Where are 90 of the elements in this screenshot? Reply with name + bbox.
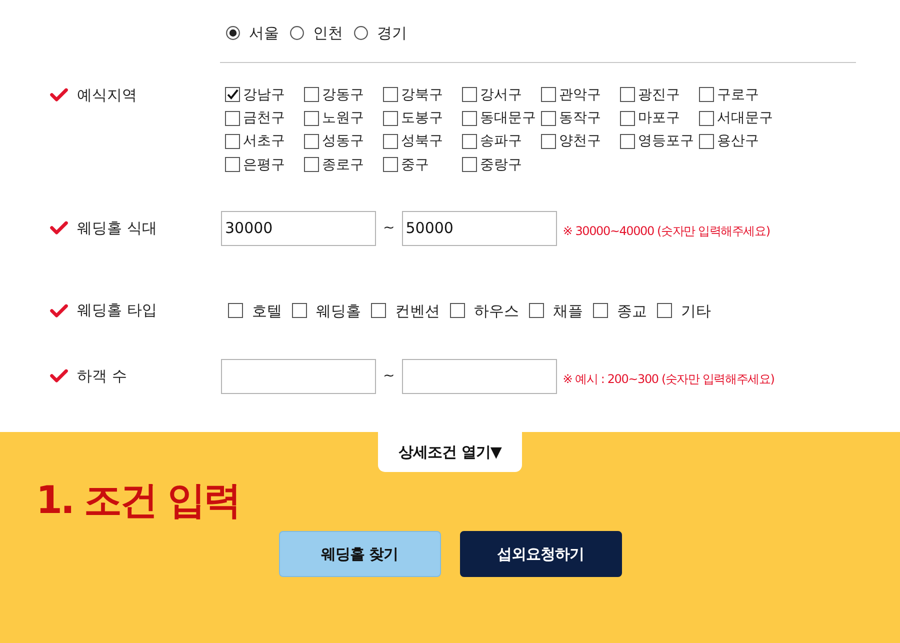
checkbox[interactable] — [383, 110, 398, 126]
field-label: 웨딩홀 타입 — [77, 301, 157, 320]
radio-button[interactable] — [290, 26, 304, 40]
checkbox-label[interactable]: 동작구 — [559, 109, 601, 128]
checkbox-label[interactable]: 컨벤션 — [395, 300, 440, 321]
checkbox[interactable] — [699, 87, 714, 102]
checkbox-label[interactable]: 관악구 — [559, 86, 601, 104]
checkbox-label[interactable]: 동대문구 — [480, 109, 536, 128]
checkbox[interactable] — [225, 157, 240, 172]
checkbox-label[interactable]: 용산구 — [717, 132, 759, 150]
checkbox-label[interactable]: 노원구 — [322, 109, 364, 128]
checkbox-label[interactable]: 도봉구 — [401, 109, 443, 128]
checkbox-label[interactable]: 마포구 — [638, 109, 680, 128]
checkmark-icon — [50, 88, 68, 102]
checkbox-label[interactable]: 광진구 — [638, 86, 680, 104]
action-button[interactable]: 섭외요청하기 — [460, 531, 622, 577]
checkbox-label[interactable]: 채플 — [553, 300, 583, 321]
checkbox-label[interactable]: 종로구 — [322, 156, 364, 174]
checkbox[interactable] — [657, 303, 672, 318]
checkbox-label[interactable]: 웨딩홀 — [316, 300, 361, 321]
checkbox-label[interactable]: 강서구 — [480, 86, 522, 104]
checkbox[interactable] — [699, 110, 714, 126]
checkbox-label[interactable]: 영등포구 — [638, 132, 694, 150]
checkbox-label[interactable]: 금천구 — [243, 109, 285, 128]
checkbox[interactable] — [383, 157, 398, 172]
checkbox[interactable] — [462, 110, 477, 126]
checkbox[interactable] — [292, 303, 307, 318]
input-field[interactable] — [402, 358, 557, 394]
checkbox[interactable] — [450, 303, 465, 318]
checkbox-label[interactable]: 강남구 — [243, 86, 285, 104]
section-title: 1. 조건 입력 — [36, 477, 240, 523]
checkbox[interactable] — [529, 303, 544, 318]
input-field[interactable] — [221, 358, 376, 394]
checkbox[interactable] — [225, 110, 240, 126]
range-separator: ~ — [383, 220, 395, 236]
checkbox[interactable] — [462, 87, 477, 102]
radio-label[interactable]: 경기 — [377, 24, 407, 42]
checkbox[interactable] — [228, 303, 243, 318]
checkbox-label[interactable]: 구로구 — [717, 86, 759, 104]
field-label: 하객 수 — [77, 366, 127, 386]
action-button[interactable]: 웨딩홀 찾기 — [278, 531, 440, 577]
field-label: 예식지역 — [77, 86, 137, 104]
checkbox[interactable] — [593, 303, 608, 318]
checkbox[interactable] — [620, 134, 635, 149]
checkbox-label[interactable]: 하우스 — [474, 300, 519, 321]
checkbox[interactable] — [304, 87, 319, 102]
input-field[interactable]: 30000 — [221, 210, 376, 246]
input-field[interactable]: 50000 — [402, 210, 557, 246]
checkbox-label[interactable]: 중랑구 — [480, 156, 522, 174]
checkbox[interactable] — [699, 134, 714, 149]
checkbox-label[interactable]: 호텔 — [252, 300, 282, 321]
checkbox-label[interactable]: 송파구 — [480, 132, 522, 150]
checkbox[interactable] — [304, 110, 319, 126]
checkmark-icon — [50, 369, 68, 384]
checkbox-label[interactable]: 성동구 — [322, 132, 364, 150]
checkbox[interactable] — [371, 303, 386, 318]
field-label: 웨딩홀 식대 — [77, 218, 157, 238]
checkbox[interactable] — [541, 134, 556, 149]
radio-button[interactable] — [354, 26, 368, 40]
radio-label[interactable]: 서울 — [249, 24, 279, 42]
checkbox[interactable] — [620, 87, 635, 102]
checkbox[interactable] — [225, 87, 240, 102]
checkbox[interactable] — [304, 157, 319, 172]
detail-toggle-tab[interactable]: 상세조건 열기▼ — [378, 432, 522, 472]
checkbox-label[interactable]: 양천구 — [559, 132, 601, 150]
radio-label[interactable]: 인천 — [313, 24, 343, 42]
checkbox[interactable] — [620, 110, 635, 126]
checkbox-label[interactable]: 성북구 — [401, 132, 443, 150]
checkbox[interactable] — [383, 87, 398, 102]
checkbox[interactable] — [462, 157, 477, 172]
checkmark-icon — [50, 221, 68, 236]
hint-text: ※ 예시 : 200~300 (숫자만 입력해주세요) — [562, 370, 774, 388]
checkbox[interactable] — [541, 110, 556, 126]
range-separator: ~ — [383, 368, 395, 384]
radio-button[interactable] — [226, 26, 240, 40]
checkbox-label[interactable]: 서초구 — [243, 132, 285, 150]
checkbox-label[interactable]: 중구 — [401, 156, 429, 174]
checkbox[interactable] — [225, 134, 240, 149]
checkmark-icon — [50, 304, 68, 318]
checkbox-label[interactable]: 강동구 — [322, 86, 364, 104]
checkbox[interactable] — [541, 87, 556, 102]
checkbox[interactable] — [383, 134, 398, 149]
checkbox[interactable] — [462, 134, 477, 149]
checkbox-label[interactable]: 강북구 — [401, 86, 443, 104]
checkbox-label[interactable]: 서대문구 — [717, 109, 773, 128]
checkbox[interactable] — [304, 134, 319, 149]
checkbox-label[interactable]: 기타 — [681, 300, 711, 321]
checkbox-label[interactable]: 종교 — [617, 300, 647, 321]
checkbox-label[interactable]: 은평구 — [243, 156, 285, 174]
hint-text: ※ 30000~40000 (숫자만 입력해주세요) — [562, 222, 770, 240]
